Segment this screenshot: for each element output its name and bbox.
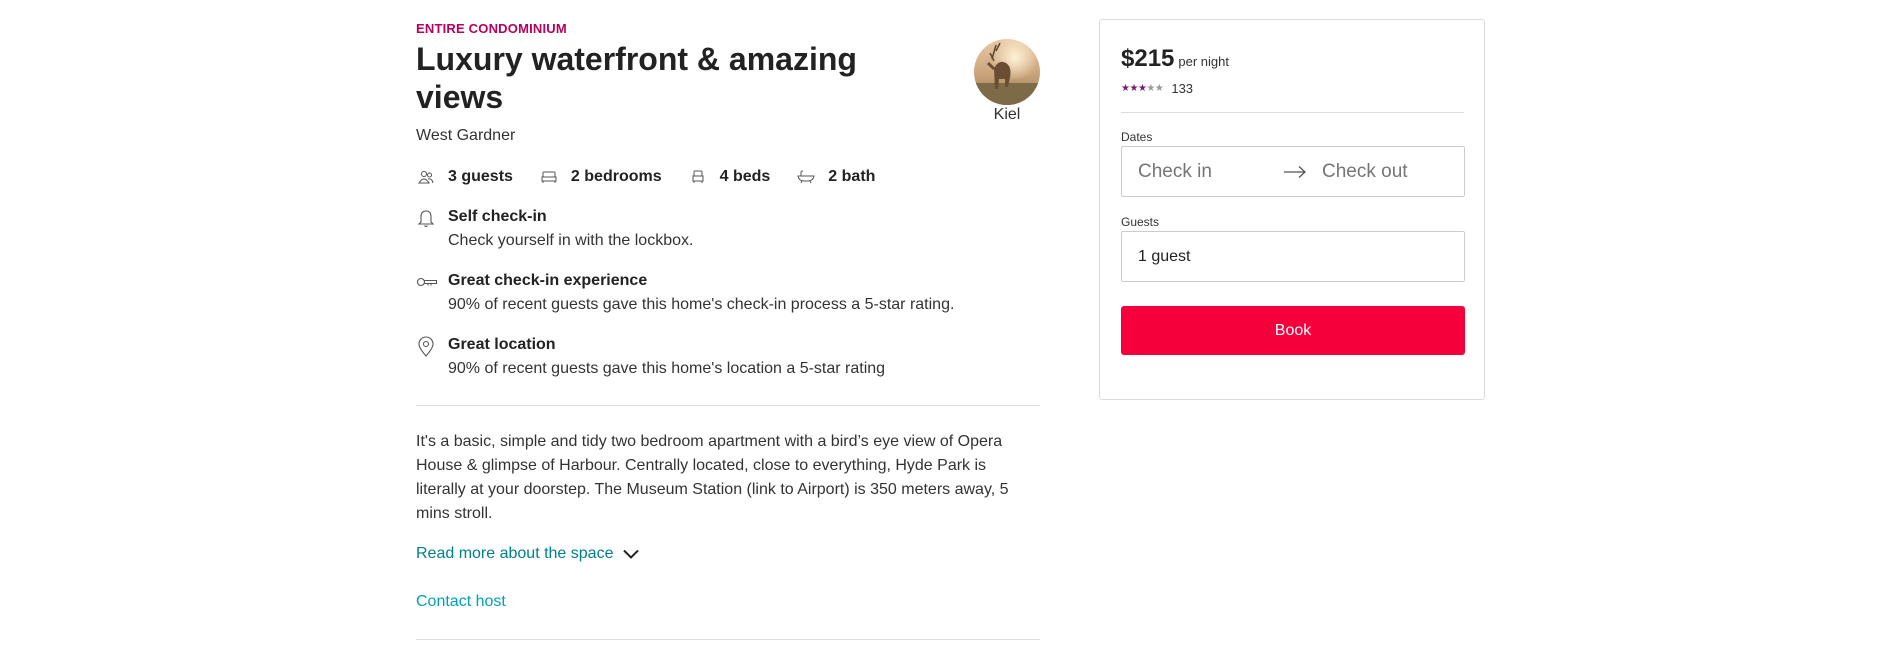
check-in-input[interactable]: Check in <box>1138 161 1283 183</box>
feature-self-check-in: Self check-in Check yourself in with the… <box>416 207 693 251</box>
review-count[interactable]: 133 <box>1171 81 1193 96</box>
guests-select[interactable]: 1 guest <box>1121 231 1465 282</box>
section-divider <box>416 639 1040 640</box>
chevron-down-icon[interactable] <box>623 549 640 559</box>
booking-panel: $215 per night ★★★★★ 133 Dates Check in … <box>1099 19 1485 400</box>
feature-title: Great check-in experience <box>448 272 648 289</box>
bell-icon <box>416 208 436 230</box>
per-night-label: per night <box>1178 54 1229 69</box>
nightly-price: $215 <box>1121 45 1175 72</box>
summary-beds-text: 4 beds <box>719 168 771 185</box>
host-avatar[interactable] <box>974 39 1040 105</box>
feature-description: Check yourself in with the lockbox. <box>448 232 694 249</box>
dates-field[interactable]: Check in Check out <box>1121 146 1465 197</box>
feature-description: 90% of recent guests gave this home's lo… <box>448 360 886 377</box>
bed-icon <box>688 167 708 187</box>
feature-title: Great location <box>448 336 556 353</box>
read-more-link[interactable]: Read more about the space <box>416 545 640 563</box>
listing-type-label: ENTIRE CONDOMINIUM <box>416 21 567 36</box>
listing-title: Luxury waterfront & amazing views <box>416 41 857 115</box>
feature-great-location: Great location 90% of recent guests gave… <box>416 335 885 379</box>
summary-bedrooms-text: 2 bedrooms <box>570 168 662 185</box>
summary-baths-text: 2 bath <box>828 168 876 185</box>
summary-beds: 4 beds <box>688 167 771 187</box>
listing-summary: 3 guests 2 bedrooms 4 beds 2 bath <box>416 167 901 187</box>
star-rating: ★★★★★ <box>1121 83 1164 94</box>
dates-label: Dates <box>1121 130 1153 144</box>
contact-host-link[interactable]: Contact host <box>416 593 506 611</box>
host-profile[interactable]: Kiel <box>974 39 1040 124</box>
listing-location: West Gardner <box>416 127 516 144</box>
book-button[interactable]: Book <box>1121 306 1465 355</box>
bedroom-icon <box>539 167 559 187</box>
star-empty-icon: ★ <box>1154 83 1164 94</box>
price-row: $215 per night <box>1121 45 1229 73</box>
star-empty-icon: ★ <box>1146 83 1155 94</box>
summary-guests: 3 guests <box>416 167 513 187</box>
rating-row[interactable]: ★★★★★ 133 <box>1121 81 1193 96</box>
bath-icon <box>796 167 816 187</box>
host-name[interactable]: Kiel <box>974 106 1040 124</box>
listing-description: It's a basic, simple and tidy two bedroo… <box>416 433 1009 522</box>
guests-icon <box>416 167 436 187</box>
feature-title: Self check-in <box>448 208 547 225</box>
arrow-right-icon <box>1283 165 1309 179</box>
summary-bedrooms: 2 bedrooms <box>539 167 662 187</box>
section-divider <box>416 405 1040 406</box>
feature-check-in-experience: Great check-in experience 90% of recent … <box>416 271 954 315</box>
read-more-label[interactable]: Read more about the space <box>416 545 613 563</box>
star-filled-icon: ★ <box>1129 83 1138 94</box>
key-icon <box>416 272 438 294</box>
guests-label: Guests <box>1121 215 1160 229</box>
booking-divider <box>1121 112 1464 113</box>
summary-guests-text: 3 guests <box>448 168 513 185</box>
location-pin-icon <box>416 336 436 358</box>
summary-baths: 2 bath <box>796 167 875 187</box>
check-out-input[interactable]: Check out <box>1322 161 1408 183</box>
feature-description: 90% of recent guests gave this home's ch… <box>448 296 955 313</box>
